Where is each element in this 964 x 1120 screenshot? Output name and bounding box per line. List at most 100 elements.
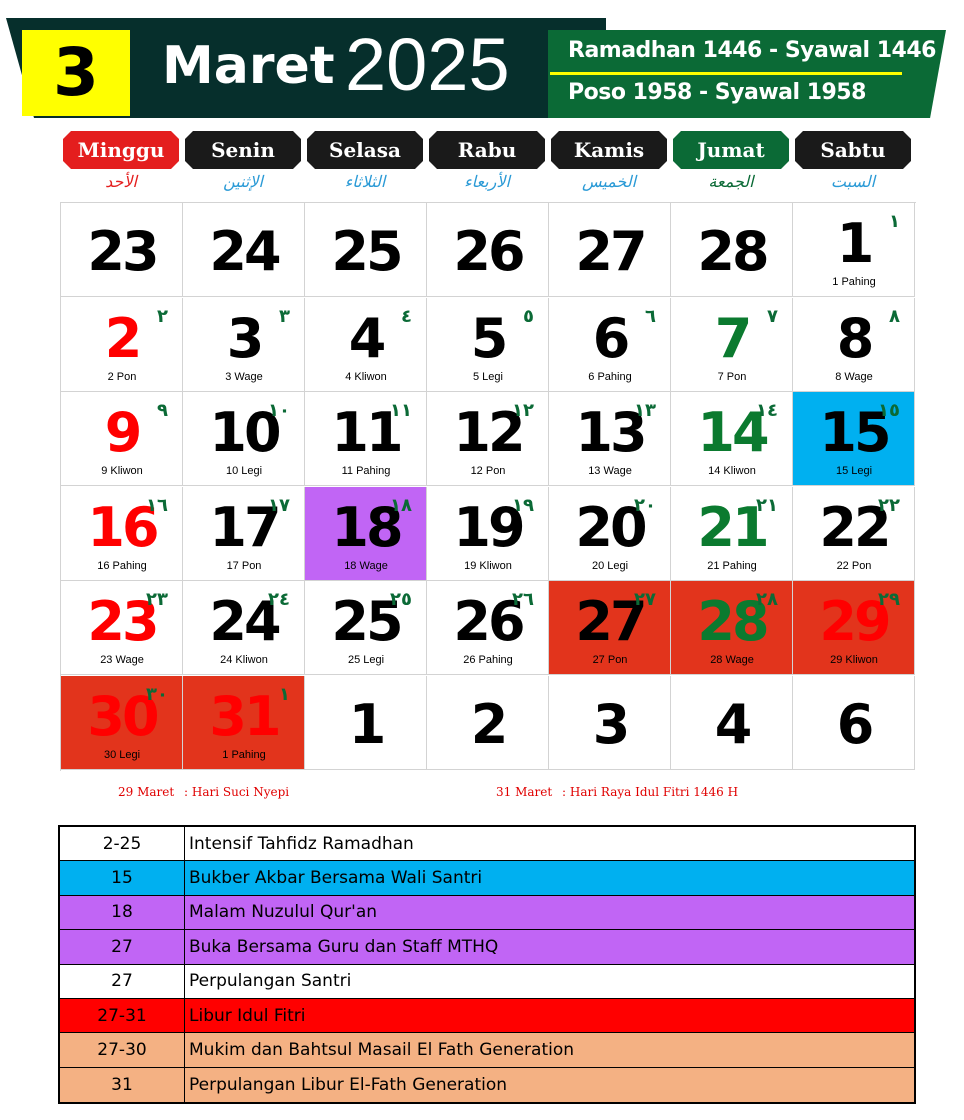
- event-date: 18: [60, 895, 185, 930]
- event-row: 18 Malam Nuzulul Qur'an: [60, 895, 914, 931]
- header-divider: [550, 72, 902, 75]
- weekday-arabic: الأحد: [105, 172, 137, 191]
- hijri-day-number: ٩: [157, 400, 168, 422]
- calendar-day-cell: 9٩9 Kliwon: [61, 392, 183, 487]
- hijri-day-number: ٨: [889, 305, 900, 327]
- calendar-day-cell: 2: [427, 676, 549, 770]
- weekday-arabic: السبت: [830, 172, 876, 191]
- weekday-arabic: الجمعة: [708, 172, 754, 191]
- month-name: Maret: [162, 36, 335, 96]
- event-date: 31: [60, 1067, 185, 1103]
- event-row: 27-30 Mukim dan Bahtsul Masail El Fath Ge…: [60, 1033, 914, 1068]
- pasaran-label: 30 Legi: [103, 749, 141, 761]
- event-description: Perpulangan Libur El-Fath Generation: [185, 1067, 914, 1103]
- event-row: 27 Buka Bersama Guru dan Staff MTHQ: [60, 930, 914, 965]
- calendar-day-cell: 28 ٢٨ 28 Wage: [671, 581, 793, 676]
- day-number: 6: [836, 693, 875, 756]
- hijri-day-number: ١٤: [756, 400, 778, 422]
- weekday-header-row: Minggu Senin Selasa Rabu Kamis Jumat Sabtu: [60, 131, 916, 169]
- pasaran-label: 26 Pahing: [463, 654, 513, 667]
- pasaran-label: 3 Wage: [225, 370, 263, 383]
- calendar-day-cell: 3: [549, 676, 671, 770]
- weekday-minggu: Minggu: [63, 131, 179, 169]
- pasaran-label: 4 Kliwon: [345, 370, 387, 383]
- pasaran-label: 14 Kliwon: [708, 465, 756, 478]
- hijri-day-number: ١٠: [268, 400, 290, 422]
- calendar-day-cell: 24 ٢٤ 24 Kliwon: [183, 581, 305, 676]
- calendar-day-cell: 16 ١٦ 16 Pahing: [61, 486, 183, 581]
- pasaran-label: 5 Legi: [473, 370, 503, 383]
- hijri-months: Ramadhan 1446 - Syawal 1446: [568, 38, 936, 63]
- pasaran-label: 1 Pahing: [222, 749, 266, 761]
- day-number: 1: [348, 693, 387, 756]
- event-date: 27-31: [60, 998, 185, 1033]
- holiday-note-date: 31 Maret: [496, 785, 553, 799]
- day-number: 27: [575, 220, 647, 283]
- weekday-jumat: Jumat: [673, 131, 789, 169]
- hijri-day-number: ١٥: [878, 400, 900, 422]
- weekday-rabu: Rabu: [429, 131, 545, 169]
- hijri-day-number: ٢٣: [146, 589, 168, 611]
- calendar-day-cell: 23: [61, 203, 183, 297]
- hijri-day-number: ١٦: [146, 494, 168, 516]
- pasaran-label: 9 Kliwon: [101, 465, 143, 478]
- holiday-note-date: 29 Maret: [118, 785, 175, 799]
- calendar-day-cell: 6٦6 Pahing: [549, 297, 671, 392]
- event-row: 15 Bukber Akbar Bersama Wali Santri: [60, 861, 914, 896]
- hijri-day-number: ١٧: [268, 494, 290, 516]
- day-number: 25: [331, 220, 403, 283]
- calendar-header: 3 Maret 2025 Ramadhan 1446 - Syawal 1446…: [0, 0, 964, 130]
- calendar-day-cell: 8٨8 Wage: [793, 297, 915, 392]
- weekday-arabic: الإثنين: [223, 172, 263, 191]
- pasaran-label: 27 Pon: [592, 654, 628, 667]
- hijri-day-number: ٢٧: [634, 589, 656, 611]
- hijri-day-number: ١: [889, 211, 900, 232]
- calendar-day-cell: 27: [549, 203, 671, 297]
- calendar-day-cell: 12 ١٢ 12 Pon: [427, 392, 549, 487]
- event-description: Intensif Tahfidz Ramadhan: [185, 827, 914, 861]
- month-number: 3: [53, 34, 99, 111]
- calendar-day-cell: 20 ٢٠ 20 Legi: [549, 486, 671, 581]
- holiday-note: 31 Maret : Hari Raya Idul Fitri 1446 H: [496, 785, 738, 799]
- pasaran-label: 23 Wage: [100, 654, 144, 667]
- calendar-day-cell: 2٢2 Pon: [61, 297, 183, 392]
- calendar-day-cell: 29 ٢٩ 29 Kliwon: [793, 581, 915, 676]
- weekday-senin: Senin: [185, 131, 301, 169]
- hijri-day-number: ٢٠: [634, 494, 656, 516]
- calendar-day-cell: 22 ٢٢ 22 Pon: [793, 486, 915, 581]
- hijri-day-number: ٣: [279, 305, 290, 327]
- calendar-day-cell: 1١1 Pahing: [793, 203, 915, 297]
- hijri-day-number: ٢٢: [878, 494, 900, 516]
- hijri-day-number: ١٢: [512, 400, 534, 422]
- pasaran-label: 21 Pahing: [707, 559, 757, 572]
- calendar-day-cell: 5٥5 Legi: [427, 297, 549, 392]
- pasaran-label: 28 Wage: [710, 654, 754, 667]
- event-row: 27-31 Libur Idul Fitri: [60, 998, 914, 1034]
- pasaran-label: 11 Pahing: [341, 465, 391, 478]
- calendar-day-cell: 11 ١١ 11 Pahing: [305, 392, 427, 487]
- calendar-day-cell: 1: [305, 676, 427, 770]
- calendar-day-cell: 26 ٢٦ 26 Pahing: [427, 581, 549, 676]
- day-number: 24: [209, 220, 281, 283]
- event-description: Mukim dan Bahtsul Masail El Fath Generat…: [185, 1033, 914, 1067]
- event-description: Malam Nuzulul Qur'an: [185, 895, 914, 930]
- pasaran-label: 1 Pahing: [832, 276, 876, 288]
- hijri-day-number: ٢١: [756, 494, 778, 516]
- pasaran-label: 2 Pon: [107, 370, 137, 383]
- hijri-day-number: ٦: [645, 305, 656, 327]
- calendar-day-cell: 4٤4 Kliwon: [305, 297, 427, 392]
- calendar-day-cell: 25: [305, 203, 427, 297]
- year: 2025: [345, 23, 510, 106]
- pasaran-label: 13 Wage: [588, 465, 632, 478]
- weekday-sabtu: Sabtu: [795, 131, 911, 169]
- calendar-day-cell: 6: [793, 676, 915, 770]
- calendar-day-cell: 25 ٢٥ 25 Legi: [305, 581, 427, 676]
- pasaran-label: 19 Kliwon: [464, 559, 512, 572]
- weekday-arabic-row: الأحد الإثنين الثلاثاء الأربعاء الخميس الجمعة…: [60, 172, 916, 198]
- pasaran-label: 12 Pon: [470, 465, 506, 478]
- hijri-day-number: ١٩: [512, 494, 534, 516]
- day-number: 28: [697, 220, 769, 283]
- calendar-day-cell: 30 ٣٠ 30 Legi: [61, 676, 183, 770]
- javanese-months: Poso 1958 - Syawal 1958: [568, 80, 866, 105]
- pasaran-label: 15 Legi: [835, 465, 873, 478]
